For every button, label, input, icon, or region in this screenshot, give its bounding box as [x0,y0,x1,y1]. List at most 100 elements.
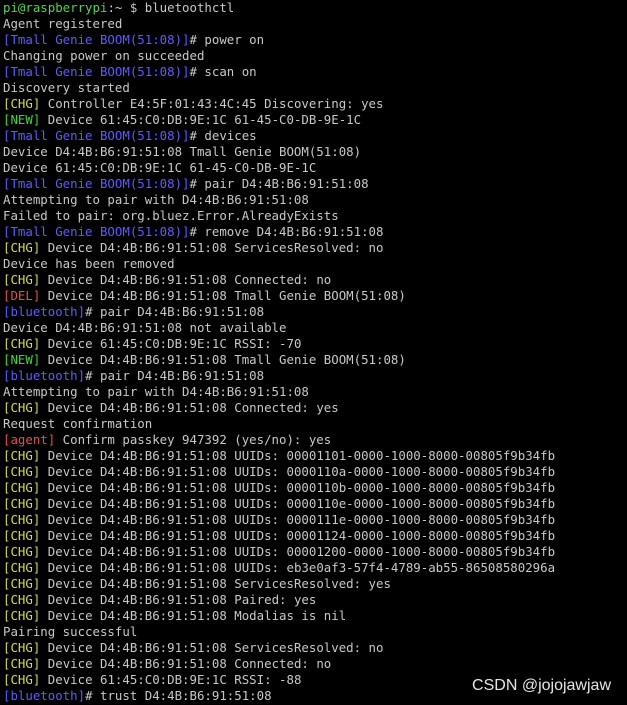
terminal-line: Pairing successful [3,624,555,640]
line-text: Device 61:45:C0:DB:9E:1C RSSI: -70 [40,336,302,351]
terminal-line: [CHG] Controller E4:5F:01:43:4C:45 Disco… [3,96,555,112]
terminal-line: Attempting to pair with D4:4B:B6:91:51:0… [3,192,555,208]
chg-tag: [CHG] [3,672,41,687]
chg-tag: [CHG] [3,544,41,559]
terminal-line: [CHG] Device D4:4B:B6:91:51:08 UUIDs: 00… [3,544,555,560]
line-text: Device D4:4B:B6:91:51:08 Connected: no [40,656,332,671]
bluetoothctl-prompt: [bluetooth] [3,304,86,319]
del-tag: [DEL] [3,288,41,303]
bluetoothctl-prompt: [bluetooth] [3,368,86,383]
line-text: # devices [189,128,257,143]
terminal-line: [CHG] Device D4:4B:B6:91:51:08 Connected… [3,400,555,416]
terminal-line: [CHG] Device D4:4B:B6:91:51:08 ServicesR… [3,576,555,592]
chg-tag: [CHG] [3,464,41,479]
line-text: Device D4:4B:B6:91:51:08 UUIDs: 0000110b… [40,480,556,495]
line-text: Device D4:4B:B6:91:51:08 UUIDs: 0000111e… [40,512,556,527]
terminal-line: [CHG] Device D4:4B:B6:91:51:08 UUIDs: 00… [3,448,555,464]
terminal-line: Device 61:45:C0:DB:9E:1C 61-45-C0-DB-9E-… [3,160,555,176]
line-text: Device D4:4B:B6:91:51:08 ServicesResolve… [40,240,384,255]
bluetoothctl-prompt: [bluetooth] [3,688,86,703]
terminal-line: [DEL] Device D4:4B:B6:91:51:08 Tmall Gen… [3,288,555,304]
new-tag: [NEW] [3,352,41,367]
chg-tag: [CHG] [3,528,41,543]
terminal-line: [CHG] Device D4:4B:B6:91:51:08 UUIDs: 00… [3,496,555,512]
line-text: Device D4:4B:B6:91:51:08 Tmall Genie BOO… [40,352,406,367]
chg-tag: [CHG] [3,240,41,255]
line-text: Device D4:4B:B6:91:51:08 not available [3,320,287,335]
line-text: # scan on [189,64,257,79]
line-text: Device 61:45:C0:DB:9E:1C RSSI: -88 [40,672,302,687]
line-text: Device D4:4B:B6:91:51:08 Tmall Genie BOO… [3,144,362,159]
line-text: Device D4:4B:B6:91:51:08 Modalias is nil [40,608,347,623]
bluetoothctl-prompt: [Tmall Genie BOOM(51:08)] [3,64,190,79]
terminal-line: [Tmall Genie BOOM(51:08)]# devices [3,128,555,144]
terminal-line: [Tmall Genie BOOM(51:08)]# pair D4:4B:B6… [3,176,555,192]
chg-tag: [CHG] [3,496,41,511]
terminal-line: [bluetooth]# pair D4:4B:B6:91:51:08 [3,304,555,320]
terminal-line: [Tmall Genie BOOM(51:08)]# power on [3,32,555,48]
bluetoothctl-prompt: [Tmall Genie BOOM(51:08)] [3,176,190,191]
line-text: Device D4:4B:B6:91:51:08 Connected: no [40,272,332,287]
terminal-output: pi@raspberrypi:~ $ bluetoothctl Agent reg… [3,0,555,704]
terminal-line: [NEW] Device D4:4B:B6:91:51:08 Tmall Gen… [3,352,555,368]
terminal-line: Changing power on succeeded [3,48,555,64]
chg-tag: [CHG] [3,448,41,463]
line-text: # pair D4:4B:B6:91:51:08 [85,304,265,319]
terminal-line: Device has been removed [3,256,555,272]
line-text: Confirm passkey 947392 (yes/no): yes [55,432,332,447]
line-text: Failed to pair: org.bluez.Error.AlreadyE… [3,208,339,223]
terminal-line: [CHG] Device D4:4B:B6:91:51:08 Connected… [3,272,555,288]
terminal-line: Agent registered [3,16,555,32]
terminal-line: pi@raspberrypi:~ $ bluetoothctl [3,0,555,16]
chg-tag: [CHG] [3,272,41,287]
chg-tag: [CHG] [3,400,41,415]
chg-tag: [CHG] [3,640,41,655]
line-text: Controller E4:5F:01:43:4C:45 Discovering… [40,96,384,111]
line-text: Attempting to pair with D4:4B:B6:91:51:0… [3,384,309,399]
terminal-line: [bluetooth]# pair D4:4B:B6:91:51:08 [3,368,555,384]
terminal-line: [agent] Confirm passkey 947392 (yes/no):… [3,432,555,448]
line-text: Device 61:45:C0:DB:9E:1C 61-45-C0-DB-9E-… [3,160,317,175]
terminal-line: [CHG] Device D4:4B:B6:91:51:08 UUIDs: 00… [3,480,555,496]
terminal-line: [CHG] Device D4:4B:B6:91:51:08 UUIDs: 00… [3,464,555,480]
shell-prompt-user-host: pi@raspberrypi [3,0,108,15]
terminal-line: [CHG] Device D4:4B:B6:91:51:08 ServicesR… [3,240,555,256]
chg-tag: [CHG] [3,336,41,351]
terminal-window[interactable]: pi@raspberrypi:~ $ bluetoothctl Agent reg… [0,0,627,705]
line-text: Device 61:45:C0:DB:9E:1C 61-45-C0-DB-9E-… [40,112,362,127]
line-text: Request confirmation [3,416,153,431]
line-text: Device D4:4B:B6:91:51:08 UUIDs: 0000110e… [40,496,556,511]
terminal-line: [NEW] Device 61:45:C0:DB:9E:1C 61-45-C0-… [3,112,555,128]
line-text: Changing power on succeeded [3,48,205,63]
line-text: Device D4:4B:B6:91:51:08 UUIDs: eb3e0af3… [40,560,556,575]
line-text: Device D4:4B:B6:91:51:08 UUIDs: 00001101… [40,448,556,463]
line-text: # pair D4:4B:B6:91:51:08 [189,176,369,191]
terminal-line: [CHG] Device D4:4B:B6:91:51:08 ServicesR… [3,640,555,656]
line-text: Device D4:4B:B6:91:51:08 UUIDs: 00001124… [40,528,556,543]
line-text: # remove D4:4B:B6:91:51:08 [189,224,384,239]
chg-tag: [CHG] [3,656,41,671]
new-tag: [NEW] [3,112,41,127]
line-text: Device D4:4B:B6:91:51:08 ServicesResolve… [40,640,384,655]
terminal-line: Request confirmation [3,416,555,432]
watermark: CSDN @jojojawjaw [472,677,611,694]
bluetoothctl-prompt: [Tmall Genie BOOM(51:08)] [3,32,190,47]
bluetoothctl-prompt: [Tmall Genie BOOM(51:08)] [3,128,190,143]
line-text: Device D4:4B:B6:91:51:08 Connected: yes [40,400,339,415]
chg-tag: [CHG] [3,96,41,111]
line-text: Device D4:4B:B6:91:51:08 Tmall Genie BOO… [40,288,406,303]
line-text: # pair D4:4B:B6:91:51:08 [85,368,265,383]
chg-tag: [CHG] [3,592,41,607]
terminal-line: Discovery started [3,80,555,96]
terminal-line: [Tmall Genie BOOM(51:08)]# remove D4:4B:… [3,224,555,240]
terminal-line: Device D4:4B:B6:91:51:08 Tmall Genie BOO… [3,144,555,160]
terminal-line: [Tmall Genie BOOM(51:08)]# scan on [3,64,555,80]
chg-tag: [CHG] [3,608,41,623]
terminal-line: [CHG] Device D4:4B:B6:91:51:08 Paired: y… [3,592,555,608]
bluetoothctl-prompt: [Tmall Genie BOOM(51:08)] [3,224,190,239]
line-text: Device D4:4B:B6:91:51:08 UUIDs: 0000110a… [40,464,556,479]
chg-tag: [CHG] [3,576,41,591]
line-text: Attempting to pair with D4:4B:B6:91:51:0… [3,192,309,207]
terminal-line: [CHG] Device D4:4B:B6:91:51:08 UUIDs: eb… [3,560,555,576]
terminal-line: Attempting to pair with D4:4B:B6:91:51:0… [3,384,555,400]
